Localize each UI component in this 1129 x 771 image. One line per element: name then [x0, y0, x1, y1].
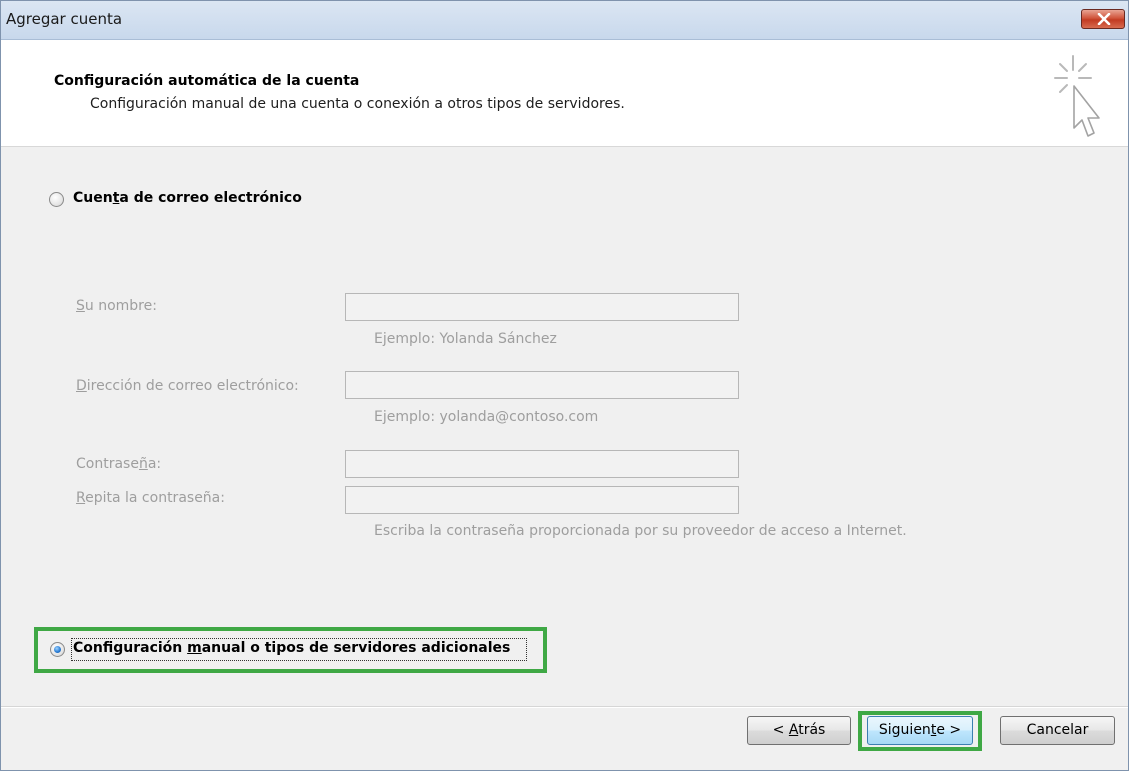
- footer-divider-highlight: [1, 707, 1128, 708]
- add-account-dialog: Agregar cuenta Configuración automática …: [0, 0, 1129, 771]
- manual-config-radio-label[interactable]: Configuración manual o tipos de servidor…: [73, 640, 510, 656]
- email-label-mnemonic: D: [76, 378, 87, 394]
- manual-config-radio[interactable]: [50, 642, 65, 657]
- email-label: Dirección de correo electrónico:: [76, 378, 299, 394]
- manual-label-mnemonic: m: [187, 640, 202, 656]
- repeat-password-input[interactable]: [345, 486, 739, 514]
- cancel-button[interactable]: Cancelar: [1000, 716, 1115, 745]
- name-label: Su nombre:: [76, 298, 157, 314]
- password-label-part2: a:: [147, 456, 162, 472]
- wizard-header: Configuración automática de la cuenta Co…: [1, 40, 1128, 147]
- email-input[interactable]: [345, 371, 739, 399]
- header-subtitle: Configuración manual de una cuenta o con…: [90, 96, 625, 112]
- cursor-sparkle-icon: [1054, 55, 1100, 137]
- password-hint: Escriba la contraseña proporcionada por …: [374, 523, 907, 539]
- email-account-radio-label[interactable]: Cuenta de correo electrónico: [73, 190, 302, 206]
- name-label-rest: u nombre:: [84, 298, 157, 314]
- back-button-prefix: <: [772, 722, 789, 738]
- password-input[interactable]: [345, 450, 739, 478]
- password-label-mnemonic: ñ: [138, 456, 148, 472]
- name-label-mnemonic: S: [76, 298, 85, 314]
- email-hint: Ejemplo: yolanda@contoso.com: [374, 409, 599, 425]
- name-input[interactable]: [345, 293, 739, 321]
- back-button-mnemonic: A: [788, 722, 799, 738]
- close-icon: [1097, 13, 1111, 25]
- next-button-part1: Siguien: [878, 722, 931, 738]
- email-account-label-part2: a de correo electrónico: [119, 190, 302, 206]
- name-hint: Ejemplo: Yolanda Sánchez: [374, 331, 557, 347]
- repeat-password-label: Repita la contraseña:: [76, 490, 225, 506]
- header-title: Configuración automática de la cuenta: [54, 73, 360, 89]
- back-button[interactable]: < Atrás: [747, 716, 851, 745]
- title-bar: Agregar cuenta: [1, 1, 1128, 40]
- window-title: Agregar cuenta: [6, 10, 123, 28]
- password-label: Contraseña:: [76, 456, 161, 472]
- email-account-label-part1: Cuen: [73, 190, 113, 206]
- email-account-radio[interactable]: [49, 192, 64, 207]
- repeat-password-label-rest: epita la contraseña:: [85, 490, 225, 506]
- manual-label-part2: anual o tipos de servidores adicionales: [201, 640, 511, 656]
- manual-label-part1: Configuración: [73, 640, 188, 656]
- password-label-part1: Contrase: [76, 456, 139, 472]
- radio-selected-dot: [54, 646, 61, 653]
- close-button[interactable]: [1081, 9, 1125, 29]
- next-button[interactable]: Siguiente >: [867, 716, 973, 745]
- back-button-rest: trás: [798, 722, 826, 738]
- email-label-rest: irección de correo electrónico:: [86, 378, 299, 394]
- next-button-part2: e >: [936, 722, 962, 738]
- repeat-password-label-mnemonic: R: [76, 490, 86, 506]
